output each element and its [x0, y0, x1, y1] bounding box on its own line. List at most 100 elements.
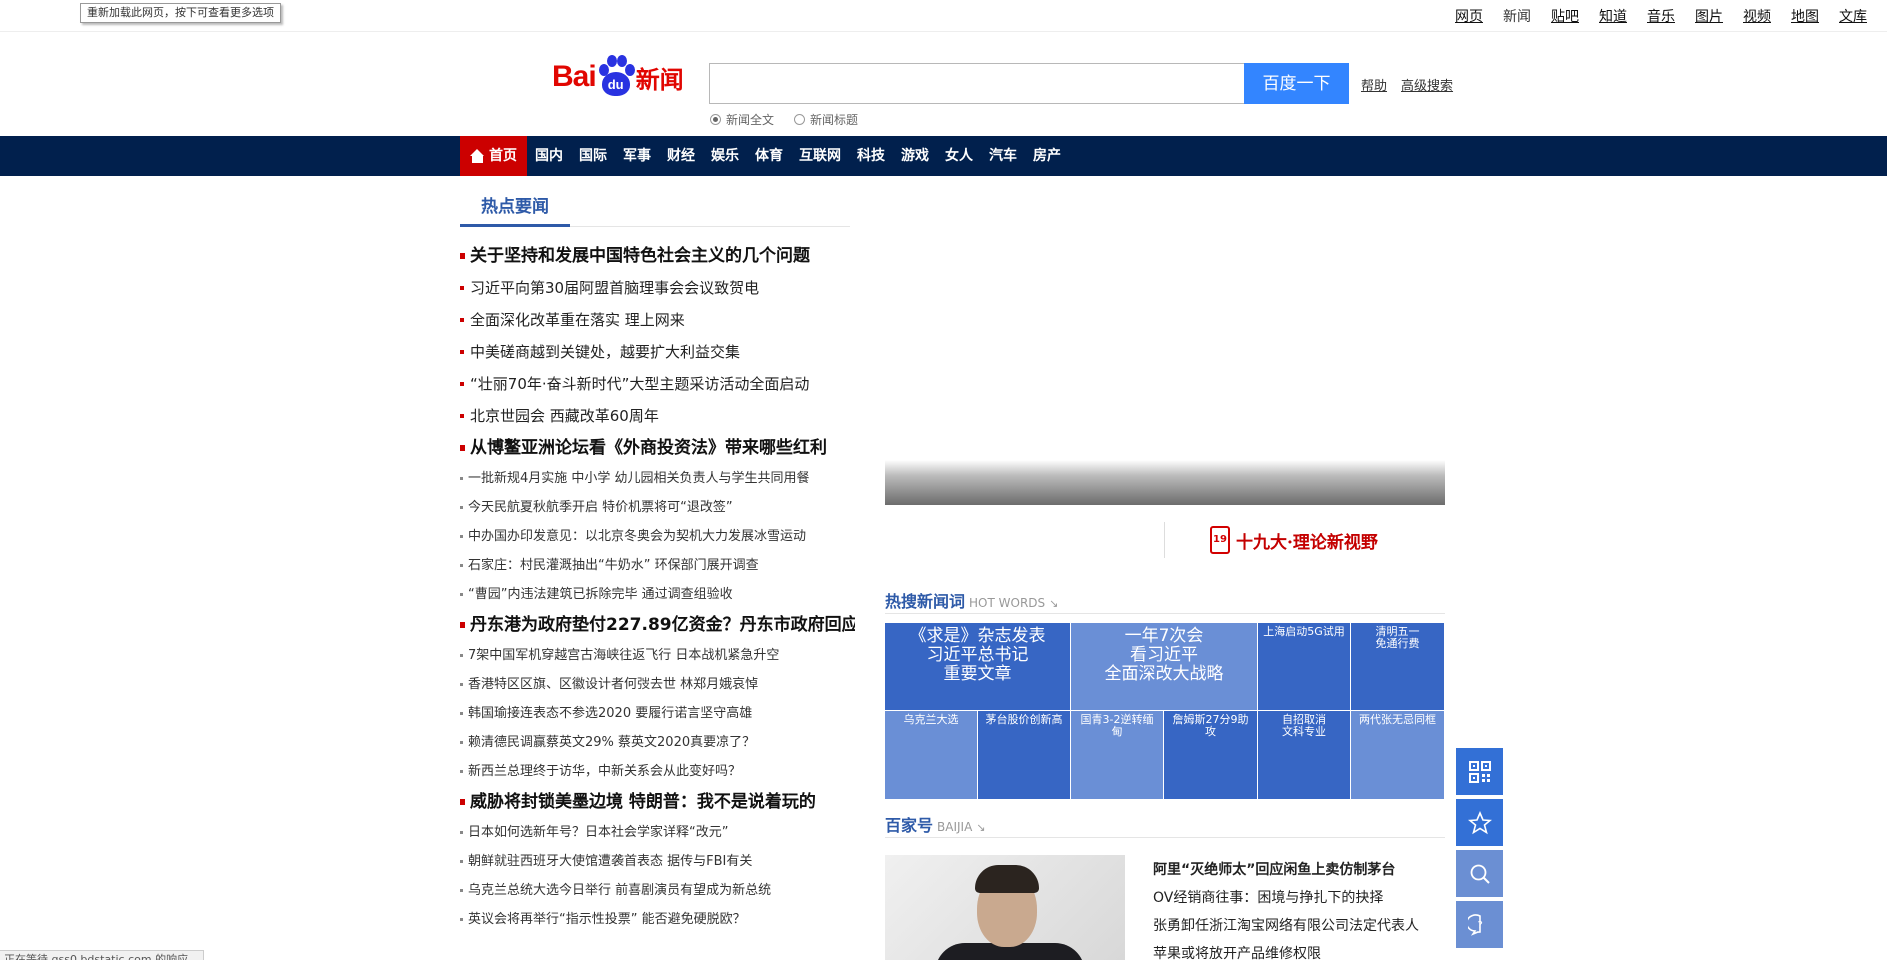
news-link[interactable]: 今天民航夏秋航季开启 特价机票将可“退改签” — [460, 493, 855, 522]
news-link[interactable]: 香港特区区旗、区徽设计者何弢去世 林郑月娥哀悼 — [460, 670, 855, 699]
nav-item[interactable]: 国际 — [571, 136, 615, 176]
hot-word-tile[interactable]: 乌克兰大选 — [885, 711, 977, 799]
top-link[interactable]: 视频 — [1743, 6, 1771, 26]
hot-word-tile[interactable]: 一年7次会 看习近平 全面深改大战略 — [1071, 623, 1257, 710]
radio-title-dot[interactable] — [794, 114, 806, 125]
help-link[interactable]: 帮助 — [1361, 75, 1387, 94]
top-link[interactable]: 网页 — [1455, 6, 1483, 26]
baijia-title[interactable]: 百家号 — [885, 812, 933, 836]
headline-link[interactable]: 从博鳌亚洲论坛看《外商投资法》带来哪些红利 — [460, 432, 855, 464]
nav-item[interactable]: 汽车 — [981, 136, 1025, 176]
hot-word-tile[interactable]: 清明五一 免通行费 — [1351, 623, 1444, 710]
theory-banner[interactable]: 19 十九大·理论新视野 — [1164, 522, 1446, 558]
hot-word-text: 两代张无忌同框 — [1359, 713, 1436, 726]
search-scope: 新闻全文 新闻标题 — [710, 111, 858, 128]
top-link[interactable]: 贴吧 — [1551, 6, 1579, 26]
feedback-icon: ? — [1467, 913, 1482, 936]
baijia-link[interactable]: 阿里“灭绝师太”回应闲鱼上卖仿制茅台 — [1153, 856, 1453, 884]
hot-word-tile[interactable]: 两代张无忌同框 — [1351, 711, 1444, 799]
news-link[interactable]: 石家庄：村民灌溉抽出“牛奶水” 环保部门展开调查 — [460, 551, 855, 580]
hot-words-header: 热搜新闻词 HOT WORDS ↘ — [885, 588, 1445, 614]
logo-text-du: du — [601, 72, 630, 96]
reload-tooltip: 重新加载此网页，按下可查看更多选项 — [80, 3, 281, 23]
radio-title-label: 新闻标题 — [810, 113, 859, 127]
news-link[interactable]: 日本如何选新年号？日本社会学家详释“改元” — [460, 818, 855, 847]
hot-words-title[interactable]: 热搜新闻词 — [885, 588, 965, 612]
news-link[interactable]: 朝鲜就驻西班牙大使馆遭袭首表态 据传与FBI有关 — [460, 847, 855, 876]
nav-item[interactable]: 娱乐 — [703, 136, 747, 176]
radio-fulltext[interactable]: 新闻全文 — [710, 111, 774, 128]
baidu-news-logo[interactable]: Bai du 新闻 — [552, 52, 684, 102]
hot-words-subtitle: HOT WORDS — [969, 596, 1046, 610]
news-link[interactable]: 新西兰总理终于访华，中新关系会从此变好吗？ — [460, 757, 855, 786]
hot-word-tile[interactable]: 《求是》杂志发表 习近平总书记 重要文章 — [885, 623, 1070, 710]
news-link[interactable]: 北京世园会 西藏改革60周年 — [460, 400, 855, 432]
paw-icon: du — [597, 54, 635, 100]
advanced-search-link[interactable]: 高级搜索 — [1401, 75, 1453, 94]
top-link[interactable]: 地图 — [1791, 6, 1819, 26]
radio-fulltext-dot[interactable] — [710, 114, 721, 125]
search-icon — [1470, 864, 1490, 884]
nav-item[interactable]: 体育 — [747, 136, 791, 176]
news-link[interactable]: “壮丽70年·奋斗新时代”大型主题采访活动全面启动 — [460, 368, 855, 400]
top-link[interactable]: 音乐 — [1647, 6, 1675, 26]
headline-image[interactable] — [885, 200, 1445, 505]
news-link[interactable]: 一批新规4月实施 中小学 幼儿园相关负责人与学生共同用餐 — [460, 464, 855, 493]
hot-word-text: 上海启动5G试用 — [1263, 625, 1345, 638]
headline-link[interactable]: 关于坚持和发展中国特色社会主义的几个问题 — [460, 240, 855, 272]
radio-title[interactable]: 新闻标题 — [794, 111, 858, 128]
logo-text-bai: Bai — [552, 60, 597, 93]
floating-toolbar: ? — [1456, 748, 1503, 952]
hot-word-tile[interactable]: 茅台股价创新高 — [978, 711, 1070, 799]
hot-word-tile[interactable]: 国青3-2逆转缅甸 — [1071, 711, 1163, 799]
nav-item[interactable]: 国内 — [527, 136, 571, 176]
baijia-link[interactable]: OV经销商往事：困境与挣扎下的抉择 — [1153, 884, 1453, 912]
headline-link[interactable]: 威胁将封锁美墨边境 特朗普：我不是说着玩的 — [460, 786, 855, 818]
headline-link[interactable]: 丹东港为政府垫付227.89亿资金？丹东市政府回应 — [460, 609, 855, 641]
hot-word-tile[interactable]: 詹姆斯27分9助攻 — [1164, 711, 1257, 799]
baijia-subtitle: BAIJIA — [937, 820, 973, 834]
news-link[interactable]: 7架中国军机穿越宫古海峡往返飞行 日本战机紧急升空 — [460, 641, 855, 670]
news-link[interactable]: 中办国办印发意见：以北京冬奥会为契机大力发展冰雪运动 — [460, 522, 855, 551]
top-link[interactable]: 文库 — [1839, 6, 1867, 26]
top-link[interactable]: 图片 — [1695, 6, 1723, 26]
nav-home[interactable]: 首页 — [460, 136, 527, 176]
search-float-button[interactable] — [1456, 850, 1503, 897]
top-bar: 重新加载此网页，按下可查看更多选项 网页 新闻 贴吧 知道 音乐 图片 视频 地图 文库 — [0, 0, 1887, 32]
baijia-link[interactable]: 苹果或将放开产品维修权限 — [1153, 940, 1453, 968]
top-link[interactable]: 新闻 — [1503, 6, 1531, 26]
hot-word-tile[interactable]: 自招取消 文科专业 — [1258, 711, 1350, 799]
hot-word-tile[interactable]: 上海启动5G试用 — [1258, 623, 1350, 710]
nav-item[interactable]: 科技 — [849, 136, 893, 176]
news-link[interactable]: 习近平向第30届阿盟首脑理事会会议致贺电 — [460, 272, 855, 304]
search-button[interactable]: 百度一下 — [1244, 63, 1349, 104]
news-link[interactable]: 韩国瑜接连表态不参选2020 要履行诺言坚守高雄 — [460, 699, 855, 728]
baijia-photo[interactable] — [885, 855, 1125, 960]
help-links: 帮助 高级搜索 — [1361, 75, 1453, 94]
hot-word-text: 全面深改大战略 — [1104, 664, 1224, 684]
nav-home-label: 首页 — [489, 148, 517, 164]
news-link[interactable]: 英议会将再举行“指示性投票” 能否避免硬脱欧？ — [460, 905, 855, 934]
nav-item[interactable]: 女人 — [937, 136, 981, 176]
news-link[interactable]: 赖清德民调赢蔡英文29% 蔡英文2020真要凉了？ — [460, 728, 855, 757]
qrcode-button[interactable] — [1456, 748, 1503, 795]
theory-banner-text: 十九大·理论新视野 — [1236, 532, 1378, 553]
nav-item[interactable]: 游戏 — [893, 136, 937, 176]
hot-word-text: 重要文章 — [943, 664, 1012, 684]
nav-item[interactable]: 房产 — [1025, 136, 1069, 176]
news-link[interactable]: 中美磋商越到关键处，越要扩大利益交集 — [460, 336, 855, 368]
hot-word-text: 看习近平 — [1130, 645, 1198, 665]
logo-text-news: 新闻 — [635, 65, 684, 94]
feedback-button[interactable]: ? — [1456, 901, 1503, 948]
top-link[interactable]: 知道 — [1599, 6, 1627, 26]
baijia-link[interactable]: 张勇卸任浙江淘宝网络有限公司法定代表人 — [1153, 912, 1453, 940]
favorite-button[interactable] — [1456, 799, 1503, 846]
nav-item[interactable]: 军事 — [615, 136, 659, 176]
nav-item[interactable]: 互联网 — [791, 136, 849, 176]
news-link[interactable]: “曹园”内违法建筑已拆除完毕 通过调查组验收 — [460, 580, 855, 609]
news-link[interactable]: 全面深化改革重在落实 理上网来 — [460, 304, 855, 336]
nav-item[interactable]: 财经 — [659, 136, 703, 176]
news-link[interactable]: 乌克兰总统大选今日举行 前喜剧演员有望成为新总统 — [460, 876, 855, 905]
hot-news-tab[interactable]: 热点要闻 — [460, 190, 570, 227]
channel-nav: 首页 国内 国际 军事 财经 娱乐 体育 互联网 科技 游戏 女人 汽车 房产 — [460, 136, 1069, 176]
